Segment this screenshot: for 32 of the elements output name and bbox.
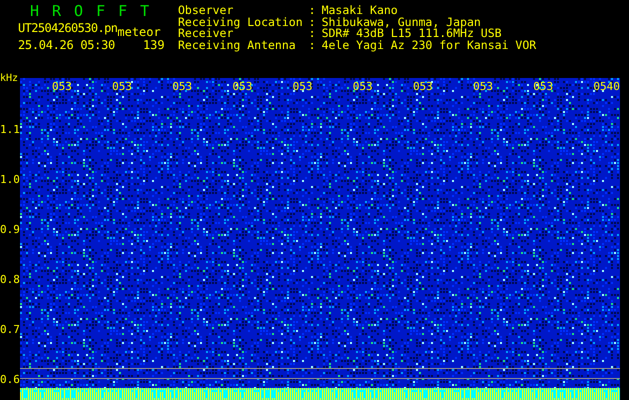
info-label: Observer <box>178 5 234 16</box>
info-value: SDR# 43dB L15 111.6MHz USB <box>322 28 503 40</box>
axis-label: 0.9 <box>0 223 20 236</box>
time-label: 053 <box>292 80 312 93</box>
date-time: 25.04.26 05:30 <box>18 37 115 54</box>
info-label: Receiving Antenna <box>178 40 297 51</box>
time-label: 053 <box>533 80 554 93</box>
time-label: 053 <box>112 80 132 93</box>
file-name: UT2504260530.pn <box>18 20 118 37</box>
app-title: HROFFT <box>29 2 164 20</box>
time-label: 053 <box>473 80 493 93</box>
separator: : <box>308 16 316 28</box>
separator: : <box>308 40 316 51</box>
info-value: 4ele Yagi Az 230 for Kansai VOR <box>322 40 536 51</box>
axis-label: 1.0 <box>0 173 20 186</box>
time-label: 053 <box>412 80 433 93</box>
info-label: Receiving Location <box>178 16 303 28</box>
axis-label: 0.6 <box>0 373 20 386</box>
time-label: 053 <box>232 80 252 93</box>
axis-label: 0.7 <box>0 323 20 336</box>
info-value: Masaki Kano <box>322 5 399 16</box>
axis-label: 0.8 <box>0 273 20 286</box>
time-label: 053 <box>52 80 72 93</box>
info-value: Shibukawa, Gunma, Japan <box>322 16 482 28</box>
separator: : <box>308 28 316 40</box>
separator: : <box>308 5 316 16</box>
axis-label: 1.1 <box>0 123 20 136</box>
time-label: 0540 <box>593 80 620 93</box>
time-label: 053 <box>172 80 192 93</box>
time-label: 053 <box>352 80 373 93</box>
axis-unit: kHz <box>0 73 18 84</box>
info-label: Receiver <box>178 28 234 40</box>
